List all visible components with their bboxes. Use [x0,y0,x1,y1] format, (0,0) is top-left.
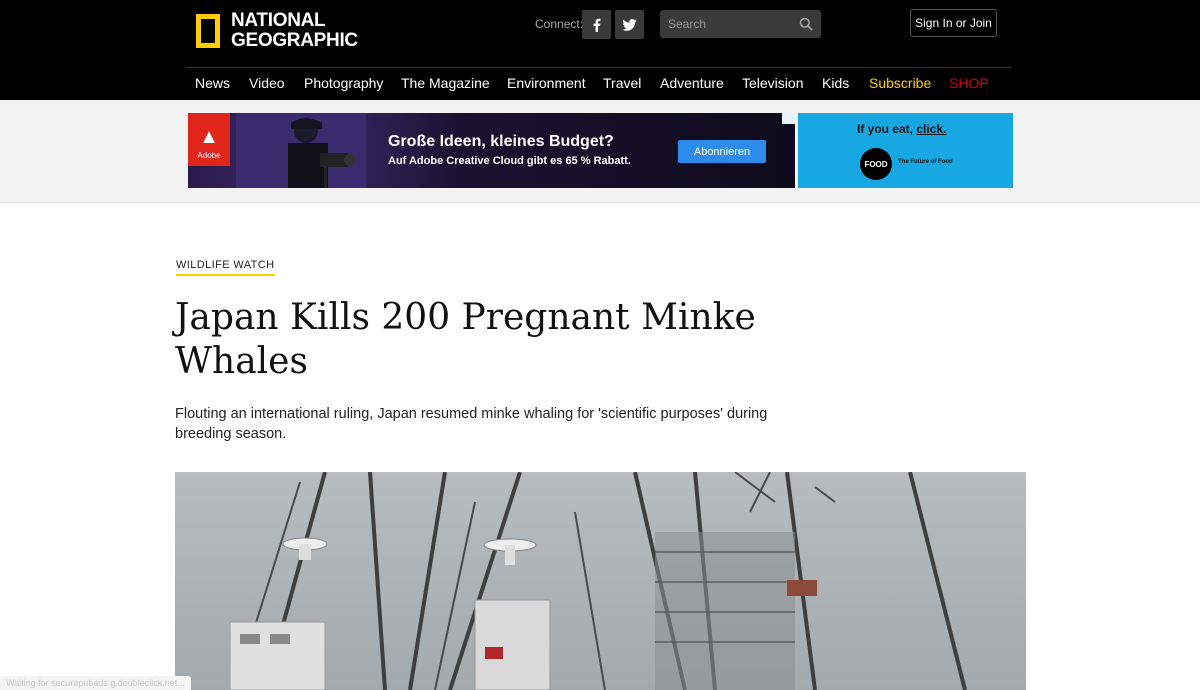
adobe-a-icon: ▲ [199,126,219,148]
food-badge: FOOD [860,148,892,180]
nav-television[interactable]: Television [742,75,803,91]
article-title: Japan Kills 200 Pregnant Minke Whales [175,297,756,382]
nav-kids[interactable]: Kids [822,75,849,91]
nav-divider [186,67,1012,68]
facebook-button[interactable] [582,10,611,39]
browser-status-bar: Waiting for securepubads.g.doubleclick.n… [0,676,191,690]
sign-in-button[interactable]: Sign In or Join [910,9,997,37]
adobe-banner-ad[interactable]: ▲ Adobe Große Ideen, kleines Budget? Auf… [188,113,795,188]
videographer-image [236,113,366,188]
twitter-button[interactable] [615,10,644,39]
food-ad[interactable]: If you eat, click. FOOD The Future of Fo… [798,113,1013,188]
nav-the-magazine[interactable]: The Magazine [401,75,490,91]
adobe-brand: Adobe [197,151,221,160]
whaling-ship-photo [175,472,1026,690]
nav-news[interactable]: News [195,75,230,91]
food-future-text: The Future of Food [898,159,953,165]
food-ad-tagline: If you eat, click. [857,122,947,136]
abonnieren-button[interactable]: Abonnieren [678,140,766,163]
search-input[interactable] [660,10,790,38]
food-ad-click-link[interactable]: click. [916,122,946,136]
site-logo[interactable]: NATIONAL GEOGRAPHIC [196,11,358,51]
nav-subscribe[interactable]: Subscribe [869,75,931,91]
facebook-icon [593,18,600,32]
logo-line-1: NATIONAL [231,10,326,31]
adobe-logo: ▲ Adobe [188,113,230,166]
search-icon[interactable] [799,17,813,31]
article-dek: Flouting an international ruling, Japan … [175,406,768,442]
nav-travel[interactable]: Travel [603,75,641,91]
adobe-headline: Große Ideen, kleines Budget? [388,133,614,150]
site-header: NATIONAL GEOGRAPHIC Connect: Sign In or … [0,0,1200,100]
connect-label: Connect: [535,17,584,31]
section-kicker[interactable]: WILDLIFE WATCH [176,259,275,276]
adchoices-icon[interactable] [782,113,795,124]
search-box[interactable] [660,10,821,38]
nav-shop[interactable]: SHOP [949,75,989,91]
nav-video[interactable]: Video [249,75,285,91]
logo-yellow-frame-icon [196,14,220,48]
nav-environment[interactable]: Environment [507,75,586,91]
logo-line-2: GEOGRAPHIC [231,30,358,51]
adobe-subline: Auf Adobe Creative Cloud gibt es 65 % Ra… [388,155,631,167]
nav-adventure[interactable]: Adventure [660,75,724,91]
article-hero-image [175,472,1026,690]
twitter-icon [622,18,637,31]
nav-photography[interactable]: Photography [304,75,383,91]
